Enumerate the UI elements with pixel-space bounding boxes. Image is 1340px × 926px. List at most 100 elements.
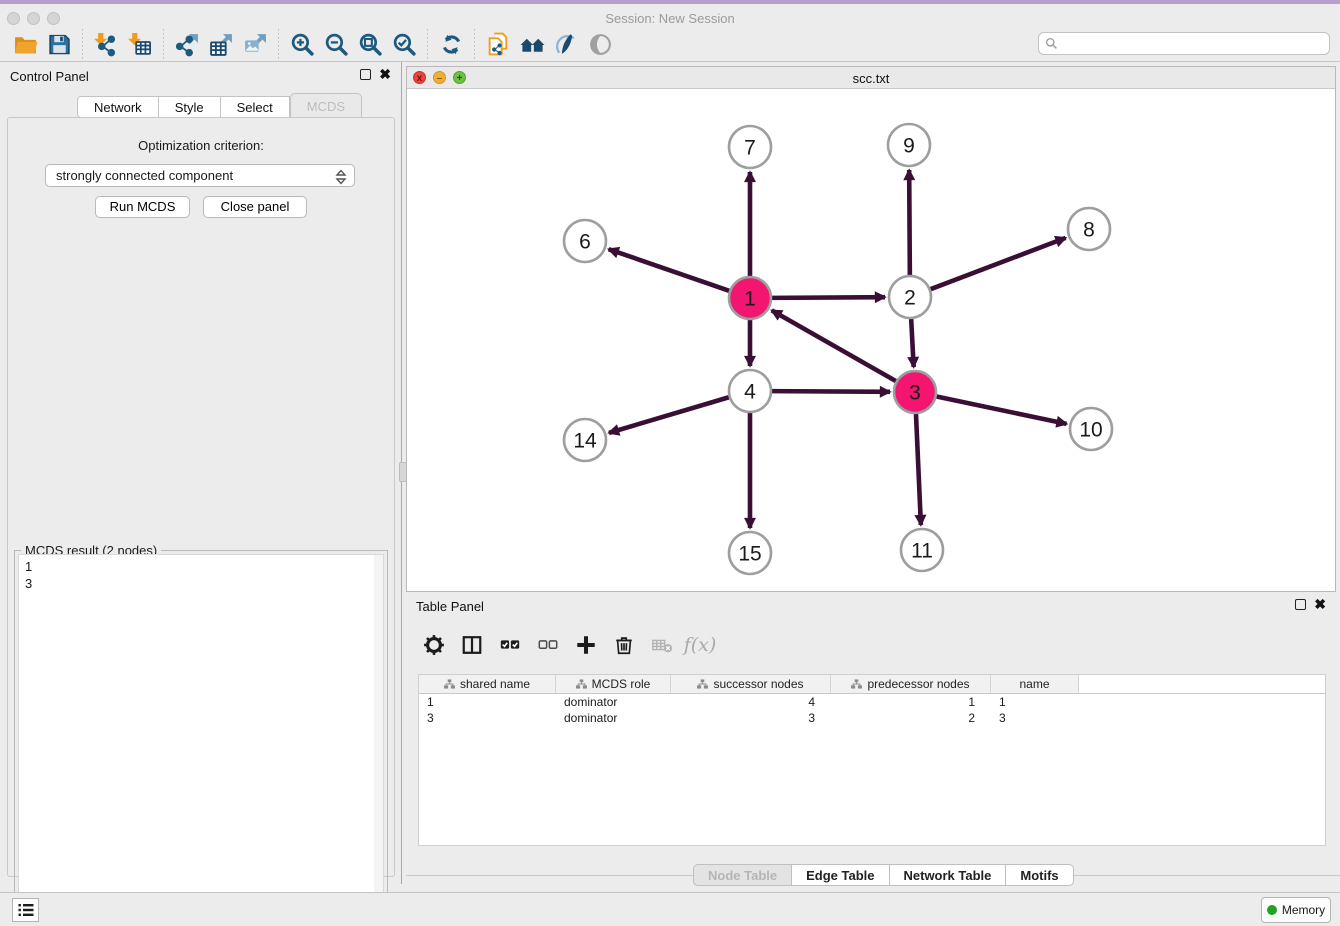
network-view-window: x – + scc.txt 7 9 6 8 1 2 4 3 14 10 15 11 [406,66,1336,592]
add-icon[interactable] [570,629,602,661]
column-header-predecessor-nodes[interactable]: predecessor nodes [831,675,991,693]
table-row[interactable]: 1dominator411 [419,694,1325,710]
float-panel-icon[interactable] [360,69,371,80]
column-header-successor-nodes[interactable]: successor nodes [671,675,831,693]
column-header-MCDS-role[interactable]: MCDS role [556,675,671,693]
node-4[interactable]: 4 [729,370,771,412]
edge-3-10[interactable] [937,397,1067,424]
toolbar-separator [474,29,475,59]
node-3[interactable]: 3 [894,371,936,413]
tree-icon [444,679,455,689]
cell-predecessor-nodes[interactable]: 2 [831,710,991,726]
refresh-icon[interactable] [434,29,468,59]
save-session-icon[interactable] [42,29,76,59]
export-network-icon[interactable] [170,29,204,59]
tab-network[interactable]: Network [77,96,159,118]
mcds-result-text[interactable]: 1 3 [18,554,384,926]
check-all-icon[interactable] [494,629,526,661]
houses-icon[interactable] [515,29,549,59]
close-panel-button[interactable]: Close panel [203,196,307,218]
zoom-out-icon[interactable] [319,29,353,59]
open-session-icon[interactable] [8,29,42,59]
tab-network-table[interactable]: Network Table [890,864,1007,886]
pen-circle-icon[interactable] [549,29,583,59]
uncheck-all-icon[interactable] [532,629,564,661]
edge-2-8[interactable] [931,238,1066,289]
clone-network-icon[interactable] [481,29,515,59]
network-graph[interactable]: 7 9 6 8 1 2 4 3 14 10 15 11 [407,89,1335,592]
cell-predecessor-nodes[interactable]: 1 [831,694,991,710]
edge-2-9[interactable] [909,170,910,275]
network-titlebar[interactable]: x – + scc.txt [407,67,1335,89]
result-scrollbar[interactable] [374,555,383,926]
memory-button[interactable]: Memory [1261,897,1331,923]
svg-text:11: 11 [911,539,933,562]
node-2[interactable]: 2 [889,276,931,318]
search-icon [1045,37,1058,50]
tab-node-table[interactable]: Node Table [693,864,792,886]
edge-2-3[interactable] [911,319,914,367]
node-10[interactable]: 10 [1070,408,1112,450]
zoom-selected-icon[interactable] [387,29,421,59]
gear-icon[interactable] [418,629,450,661]
zoom-in-icon[interactable] [285,29,319,59]
cell-name[interactable]: 3 [991,710,1079,726]
cell-shared-name[interactable]: 3 [419,710,556,726]
eye-icon[interactable] [583,29,617,59]
import-table-icon[interactable] [123,29,157,59]
search-field[interactable] [1038,32,1330,55]
import-network-icon[interactable] [89,29,123,59]
cell-name[interactable]: 1 [991,694,1079,710]
run-mcds-button[interactable]: Run MCDS [95,196,190,218]
close-table-panel-icon[interactable]: ✖ [1314,599,1326,610]
optimization-select[interactable]: strongly connected component [45,164,355,187]
edge-4-3[interactable] [772,391,890,392]
node-6[interactable]: 6 [564,220,606,262]
svg-text:4: 4 [744,380,756,403]
edge-3-11[interactable] [916,414,921,525]
table-header-row: shared nameMCDS rolesuccessor nodesprede… [419,675,1325,694]
float-table-panel-icon[interactable] [1295,599,1306,610]
column-header-name[interactable]: name [991,675,1079,693]
node-table[interactable]: shared nameMCDS rolesuccessor nodesprede… [418,674,1326,846]
tab-select[interactable]: Select [221,96,290,118]
node-8[interactable]: 8 [1068,208,1110,250]
delete-table-icon [646,629,678,661]
tab-motifs[interactable]: Motifs [1006,864,1073,886]
search-input[interactable] [1058,33,1329,54]
edge-4-14[interactable] [609,397,729,433]
table-row[interactable]: 3dominator323 [419,710,1325,726]
edge-3-1[interactable] [772,310,896,381]
close-panel-icon[interactable]: ✖ [379,69,391,80]
column-header-shared-name[interactable]: shared name [419,675,556,693]
svg-text:2: 2 [904,286,916,309]
cell-shared-name[interactable]: 1 [419,694,556,710]
tab-style[interactable]: Style [159,96,221,118]
cell-MCDS-role[interactable]: dominator [556,710,671,726]
zoom-fit-icon[interactable] [353,29,387,59]
node-9[interactable]: 9 [888,124,930,166]
node-11[interactable]: 11 [901,529,943,571]
cell-MCDS-role[interactable]: dominator [556,694,671,710]
network-title: scc.txt [407,71,1335,86]
export-table-icon[interactable] [204,29,238,59]
split-columns-icon[interactable] [456,629,488,661]
task-history-button[interactable] [12,898,39,922]
edge-1-6[interactable] [609,249,730,291]
toolbar-separator [82,29,83,59]
node-14[interactable]: 14 [564,419,606,461]
node-1[interactable]: 1 [729,277,771,319]
svg-text:6: 6 [579,230,591,253]
edge-1-2[interactable] [772,297,885,298]
node-15[interactable]: 15 [729,532,771,574]
export-image-icon[interactable] [238,29,272,59]
tab-edge-table[interactable]: Edge Table [792,864,889,886]
cell-successor-nodes[interactable]: 4 [671,694,831,710]
trash-icon[interactable] [608,629,640,661]
toolbar-separator [427,29,428,59]
node-7[interactable]: 7 [729,126,771,168]
table-panel: Table Panel ✖ f(x) shared nameMCDS roles… [406,592,1340,884]
network-canvas[interactable]: 7 9 6 8 1 2 4 3 14 10 15 11 [407,89,1335,591]
cell-successor-nodes[interactable]: 3 [671,710,831,726]
tab-mcds[interactable]: MCDS [290,93,362,119]
